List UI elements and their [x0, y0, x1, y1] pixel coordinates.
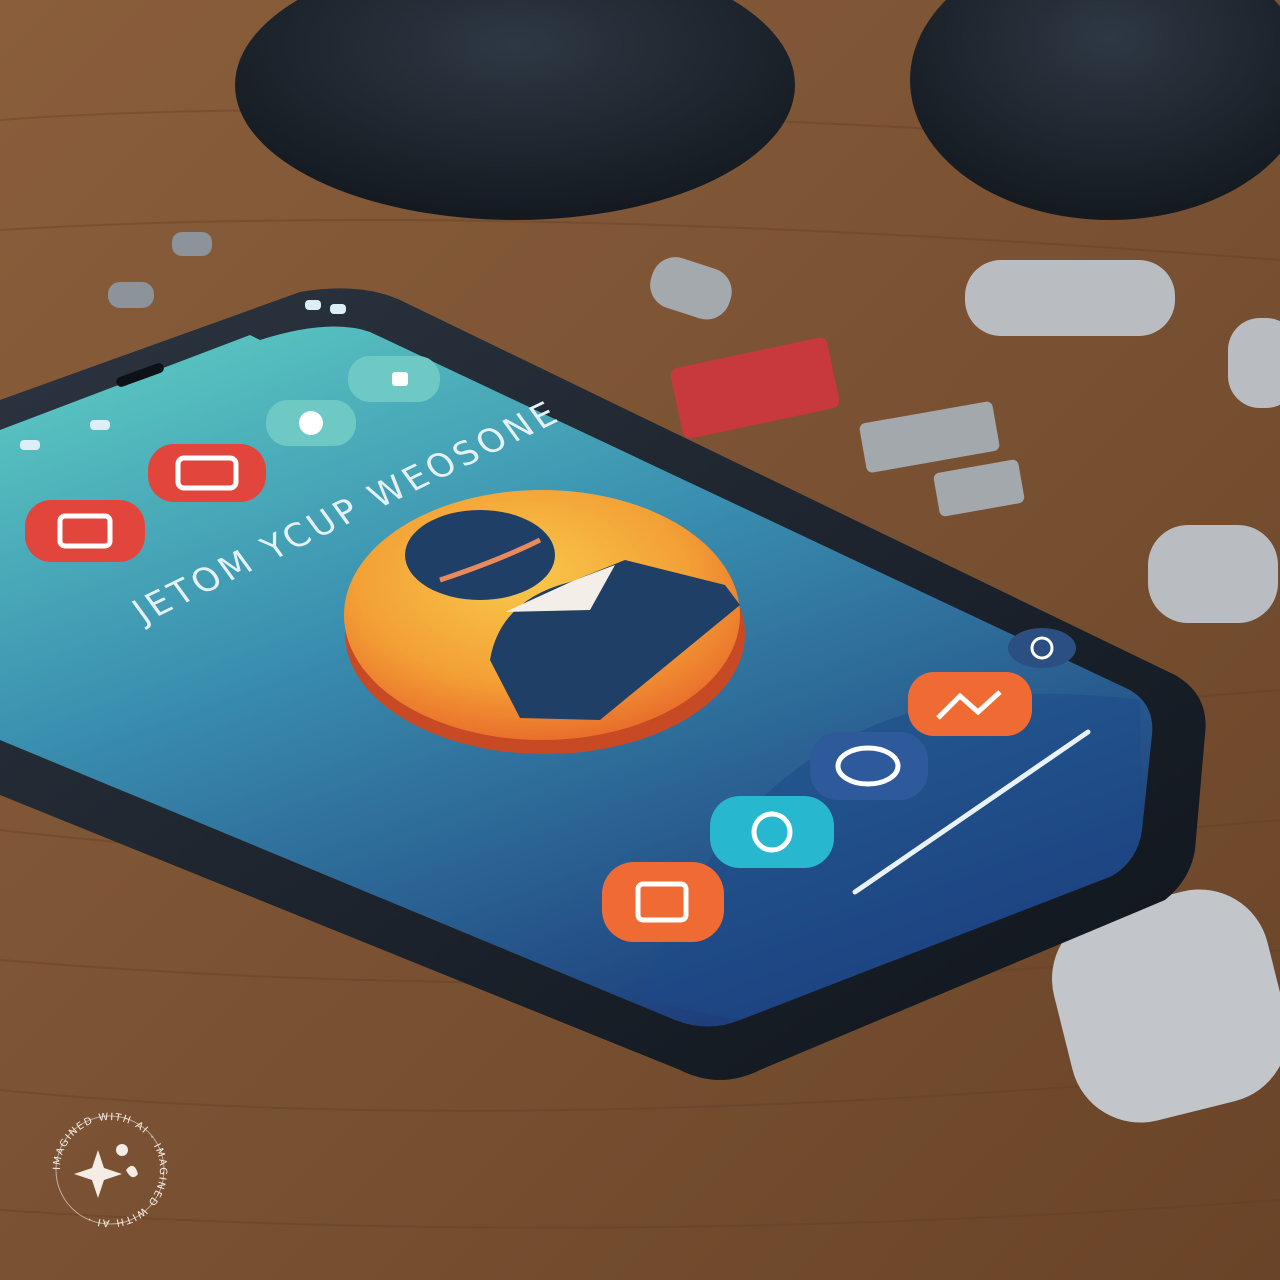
figure-head [405, 510, 555, 600]
svg-text:IMAGINED WITH AI · IMAGINED WI: IMAGINED WITH AI · IMAGINED WITH AI · [52, 1112, 168, 1228]
camera-teal-app-icon[interactable] [710, 796, 834, 868]
message-app-icon[interactable] [810, 732, 928, 800]
pebble [1228, 318, 1280, 408]
watermark-label: IMAGINED WITH AI · IMAGINED WITH AI · [52, 1112, 167, 1228]
refresh-icon[interactable] [1008, 628, 1076, 668]
clock-app-icon[interactable] [348, 356, 440, 402]
pebble [172, 232, 212, 256]
gallery-app-icon[interactable] [908, 672, 1032, 736]
pebble [1148, 525, 1278, 623]
pebble [108, 282, 154, 308]
scene [0, 0, 1280, 1280]
profile-avatar-icon[interactable] [344, 490, 745, 754]
watermark-text: IMAGINED WITH AI · IMAGINED WITH AI · [52, 1112, 168, 1228]
pebble [965, 260, 1175, 336]
camera-app-icon[interactable] [25, 500, 145, 562]
chat-app-icon[interactable] [148, 444, 266, 502]
photo-app-icon[interactable] [266, 400, 356, 446]
image-app-icon[interactable] [602, 862, 724, 942]
